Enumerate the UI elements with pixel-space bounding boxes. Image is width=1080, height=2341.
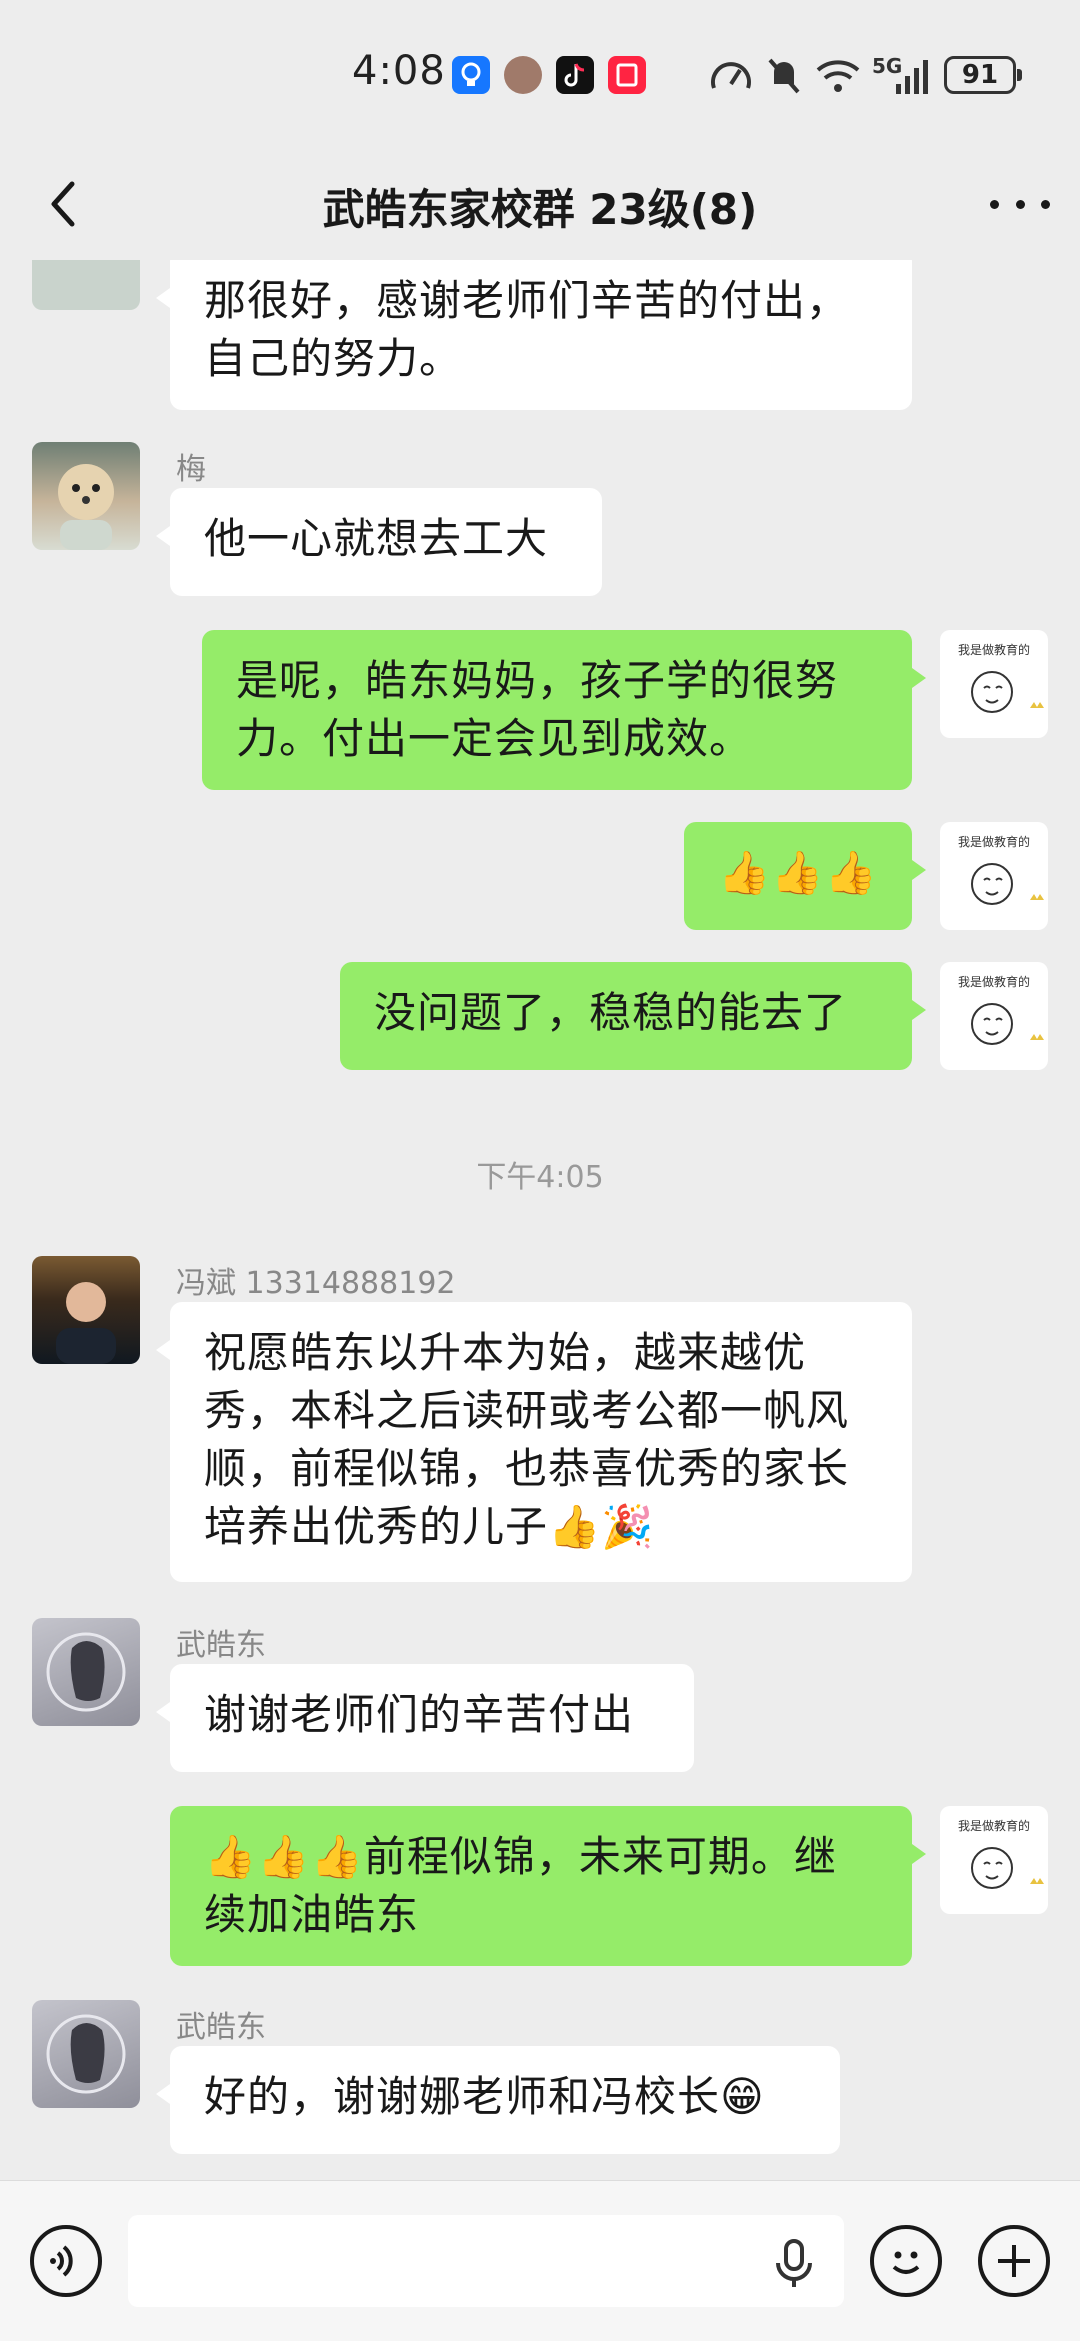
my-avatar[interactable]: 我是做教育的: [940, 822, 1048, 930]
plus-icon[interactable]: [978, 2225, 1050, 2297]
sticker-avatar-icon: 我是做教育的: [958, 974, 1044, 1045]
message-text: 那很好，感谢老师们辛苦的付出，: [204, 276, 850, 325]
message-text: 祝愿皓东以升本为始，越来越优: [204, 1328, 807, 1377]
bulb-app-icon: [452, 56, 490, 94]
voice-icon[interactable]: [30, 2225, 102, 2297]
sticker-avatar-icon: 我是做教育的: [958, 1818, 1044, 1889]
message-text: 谢谢老师们的辛苦付出: [204, 1690, 635, 1739]
message-text: 好的，谢谢娜老师和冯校长😁: [204, 2072, 765, 2121]
svg-text:我是做教育的: 我是做教育的: [958, 974, 1030, 989]
sender-avatar[interactable]: [32, 442, 140, 550]
message-list[interactable]: 那很好，感谢老师们辛苦的付出， 自己的努力。 梅 他一心就想去工大 是呢，皓东妈…: [0, 260, 1080, 2180]
signal-icon: [896, 60, 928, 94]
message-text: 续加油皓东: [204, 1890, 420, 1939]
emoji-icon[interactable]: [870, 2225, 942, 2297]
anime-avatar-icon: [46, 1632, 126, 1712]
message-text: 培养出优秀的儿子👍🎉: [204, 1502, 655, 1551]
message-bubble[interactable]: 他一心就想去工大: [156, 488, 602, 596]
my-avatar[interactable]: 我是做教育的: [940, 962, 1048, 1070]
message-timestamp: 下午4:05: [476, 1160, 604, 1195]
battery-level: 91: [944, 56, 1022, 94]
message-text: 力。付出一定会见到成效。: [236, 714, 753, 763]
mic-icon[interactable]: [770, 2237, 818, 2289]
svg-text:我是做教育的: 我是做教育的: [958, 642, 1030, 657]
sender-name: 武皓东: [176, 1628, 266, 1663]
sender-name: 冯斌 13314888192: [176, 1266, 456, 1301]
message-bubble[interactable]: 👍👍👍: [684, 822, 926, 930]
sender-avatar[interactable]: [32, 260, 140, 310]
more-icon[interactable]: [990, 174, 1050, 234]
chat-title: 武皓东家校群 23级(8): [322, 185, 758, 234]
message-bubble[interactable]: 那很好，感谢老师们辛苦的付出， 自己的努力。: [156, 260, 912, 410]
wifi-icon: [816, 60, 860, 92]
svg-text:我是做教育的: 我是做教育的: [958, 834, 1030, 849]
message-text: 自己的努力。: [204, 334, 463, 383]
message-bubble[interactable]: 祝愿皓东以升本为始，越来越优 秀，本科之后读研或考公都一帆风 顺，前程似锦，也恭…: [156, 1302, 912, 1582]
message-text: 秀，本科之后读研或考公都一帆风: [204, 1386, 850, 1435]
sticker-avatar-icon: 我是做教育的: [958, 834, 1044, 905]
input-bar: [0, 2180, 1080, 2341]
speed-icon: [711, 62, 751, 89]
sender-avatar[interactable]: [32, 1618, 140, 1726]
sender-avatar[interactable]: [32, 2000, 140, 2108]
message-bubble[interactable]: 没问题了，稳稳的能去了: [340, 962, 926, 1070]
message-text: 顺，前程似锦，也恭喜优秀的家长: [204, 1444, 850, 1493]
message-text: 没问题了，稳稳的能去了: [374, 988, 848, 1037]
tiktok-icon: [556, 56, 594, 94]
sender-name: 武皓东: [176, 2010, 266, 2045]
message-bubble[interactable]: 👍👍👍前程似锦，未来可期。继 续加油皓东: [170, 1806, 926, 1966]
message-bubble[interactable]: 好的，谢谢娜老师和冯校长😁: [156, 2046, 840, 2154]
person-avatar-icon: [56, 1282, 116, 1364]
sticker-avatar-icon: 我是做教育的: [958, 642, 1044, 713]
my-avatar[interactable]: 我是做教育的: [940, 1806, 1048, 1914]
message-text: 是呢，皓东妈妈，孩子学的很努: [236, 656, 839, 705]
sender-avatar[interactable]: [32, 1256, 140, 1364]
svg-text:我是做教育的: 我是做教育的: [958, 1818, 1030, 1833]
message-text: 👍👍👍前程似锦，未来可期。继: [204, 1832, 837, 1881]
message-input[interactable]: [128, 2215, 844, 2307]
message-text: 他一心就想去工大: [204, 514, 549, 563]
status-bar: 4:08 5G 91: [0, 0, 1080, 150]
redbook-icon: [608, 56, 646, 94]
my-avatar[interactable]: 我是做教育的: [940, 630, 1048, 738]
mute-bell-icon: [768, 58, 800, 94]
status-time: 4:08: [352, 48, 446, 94]
message-bubble[interactable]: 谢谢老师们的辛苦付出: [156, 1664, 694, 1772]
anime-avatar-icon: [46, 2014, 126, 2094]
message-bubble[interactable]: 是呢，皓东妈妈，孩子学的很努 力。付出一定会见到成效。: [202, 630, 926, 790]
dog-avatar-icon: [58, 464, 114, 550]
avatar-app-icon: [504, 56, 542, 94]
message-text: 👍👍👍: [718, 848, 878, 897]
sender-name: 梅: [176, 452, 206, 487]
title-bar: 武皓东家校群 23级(8): [0, 150, 1080, 260]
